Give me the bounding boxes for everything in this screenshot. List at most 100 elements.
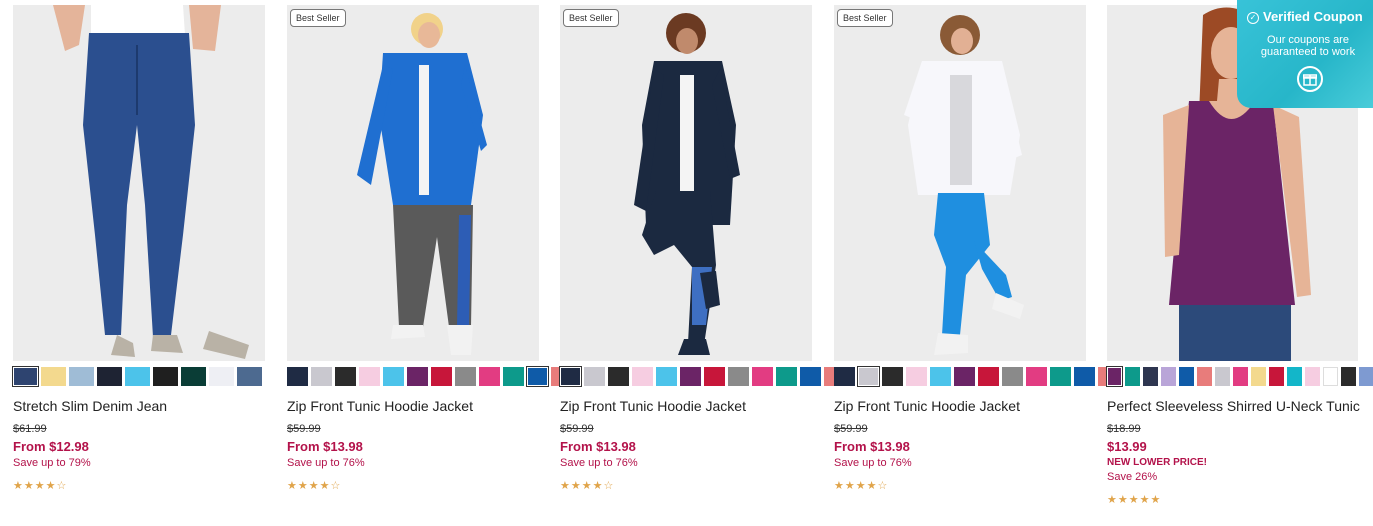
color-swatch[interactable] (1359, 367, 1373, 386)
color-swatch[interactable] (857, 366, 880, 387)
star-rating: ★★★★☆ (13, 480, 68, 492)
color-swatch[interactable] (1106, 366, 1123, 387)
color-swatch[interactable] (776, 367, 797, 386)
color-swatch[interactable] (632, 367, 653, 386)
color-swatch[interactable] (1125, 367, 1140, 386)
color-swatches (834, 366, 1119, 387)
gift-icon[interactable] (1297, 66, 1323, 92)
color-swatch[interactable] (752, 367, 773, 386)
product-name[interactable]: Zip Front Tunic Hoodie Jacket (834, 398, 1086, 414)
sale-price: From $13.98 (834, 439, 910, 454)
original-price: $59.99 (287, 423, 321, 435)
best-seller-badge: Best Seller (290, 9, 346, 27)
star-rating: ★★★★☆ (287, 480, 342, 492)
color-swatch[interactable] (559, 366, 582, 387)
color-swatch[interactable] (608, 367, 629, 386)
best-seller-badge: Best Seller (563, 9, 619, 27)
coupon-subtitle: Our coupons are guaranteed to work (1260, 34, 1356, 58)
color-swatch[interactable] (1269, 367, 1284, 386)
color-swatch[interactable] (1197, 367, 1212, 386)
sale-price: From $13.98 (560, 439, 636, 454)
color-swatch[interactable] (882, 367, 903, 386)
savings-text: Save up to 76% (287, 457, 365, 469)
savings-text: Save up to 79% (13, 457, 91, 469)
color-swatch[interactable] (680, 367, 701, 386)
color-swatch[interactable] (455, 367, 476, 386)
color-swatches (287, 366, 572, 387)
color-swatch[interactable] (1287, 367, 1302, 386)
color-swatch[interactable] (1143, 367, 1158, 386)
sale-price: From $12.98 (13, 439, 89, 454)
color-swatch[interactable] (834, 367, 855, 386)
navy-hoodie-model-icon (560, 5, 812, 361)
color-swatch[interactable] (359, 367, 380, 386)
product-name[interactable]: Perfect Sleeveless Shirred U-Neck Tunic (1107, 398, 1360, 414)
color-swatch[interactable] (930, 367, 951, 386)
color-swatch[interactable] (1251, 367, 1266, 386)
color-swatch[interactable] (181, 367, 206, 386)
color-swatch[interactable] (728, 367, 749, 386)
verified-coupon-widget[interactable]: ✓ Verified Coupon Our coupons are guarant… (1237, 0, 1373, 108)
color-swatch[interactable] (1026, 367, 1047, 386)
color-swatches (1106, 366, 1373, 387)
color-swatch[interactable] (97, 367, 122, 386)
color-swatch[interactable] (41, 367, 66, 386)
color-swatch[interactable] (407, 367, 428, 386)
white-hoodie-model-icon (834, 5, 1086, 361)
color-swatch[interactable] (1179, 367, 1194, 386)
color-swatch[interactable] (287, 367, 308, 386)
coupon-title-text: Verified Coupon (1263, 9, 1363, 24)
product-name[interactable]: Zip Front Tunic Hoodie Jacket (287, 398, 539, 414)
product-card: Stretch Slim Denim Jean $61.99 From $12.… (12, 5, 265, 492)
color-swatch[interactable] (1233, 367, 1248, 386)
color-swatch[interactable] (153, 367, 178, 386)
color-swatch[interactable] (800, 367, 821, 386)
color-swatch[interactable] (12, 366, 39, 387)
product-image[interactable]: Best Seller (834, 5, 1086, 361)
color-swatch[interactable] (383, 367, 404, 386)
color-swatch[interactable] (311, 367, 332, 386)
sale-price: $13.99 (1107, 439, 1147, 454)
color-swatch[interactable] (237, 367, 262, 386)
coupon-title: ✓ Verified Coupon (1247, 9, 1363, 24)
color-swatch[interactable] (479, 367, 500, 386)
color-swatch[interactable] (1161, 367, 1176, 386)
denim-jean-model-icon (13, 5, 265, 361)
promo-label: NEW LOWER PRICE! (1107, 457, 1207, 468)
original-price: $59.99 (834, 423, 868, 435)
color-swatch[interactable] (431, 367, 452, 386)
product-image[interactable]: Best Seller (560, 5, 812, 361)
original-price: $61.99 (13, 423, 47, 435)
color-swatch[interactable] (125, 367, 150, 386)
color-swatch[interactable] (584, 367, 605, 386)
color-swatch[interactable] (656, 367, 677, 386)
color-swatch[interactable] (1050, 367, 1071, 386)
color-swatch[interactable] (954, 367, 975, 386)
color-swatch[interactable] (978, 367, 999, 386)
color-swatch[interactable] (1215, 367, 1230, 386)
color-swatch[interactable] (1341, 367, 1356, 386)
check-circle-icon: ✓ (1247, 12, 1259, 24)
savings-text: Save up to 76% (834, 457, 912, 469)
color-swatch[interactable] (69, 367, 94, 386)
color-swatch[interactable] (1323, 367, 1338, 386)
product-card: Best Seller Zip Front Tunic Hoodie Jacke… (834, 5, 1119, 492)
color-swatch[interactable] (1074, 367, 1095, 386)
star-rating: ★★★★★ (1107, 494, 1162, 506)
product-image[interactable]: Best Seller (287, 5, 539, 361)
product-grid: Stretch Slim Denim Jean $61.99 From $12.… (0, 0, 1373, 526)
color-swatch[interactable] (526, 366, 549, 387)
color-swatch[interactable] (1305, 367, 1320, 386)
product-name[interactable]: Zip Front Tunic Hoodie Jacket (560, 398, 812, 414)
blue-hoodie-model-icon (287, 5, 539, 361)
color-swatch[interactable] (503, 367, 524, 386)
product-image[interactable] (13, 5, 265, 361)
original-price: $59.99 (560, 423, 594, 435)
color-swatch[interactable] (335, 367, 356, 386)
product-name[interactable]: Stretch Slim Denim Jean (13, 398, 265, 414)
color-swatch[interactable] (209, 367, 234, 386)
color-swatch[interactable] (704, 367, 725, 386)
savings-text: Save 26% (1107, 471, 1158, 483)
color-swatch[interactable] (906, 367, 927, 386)
color-swatch[interactable] (1002, 367, 1023, 386)
